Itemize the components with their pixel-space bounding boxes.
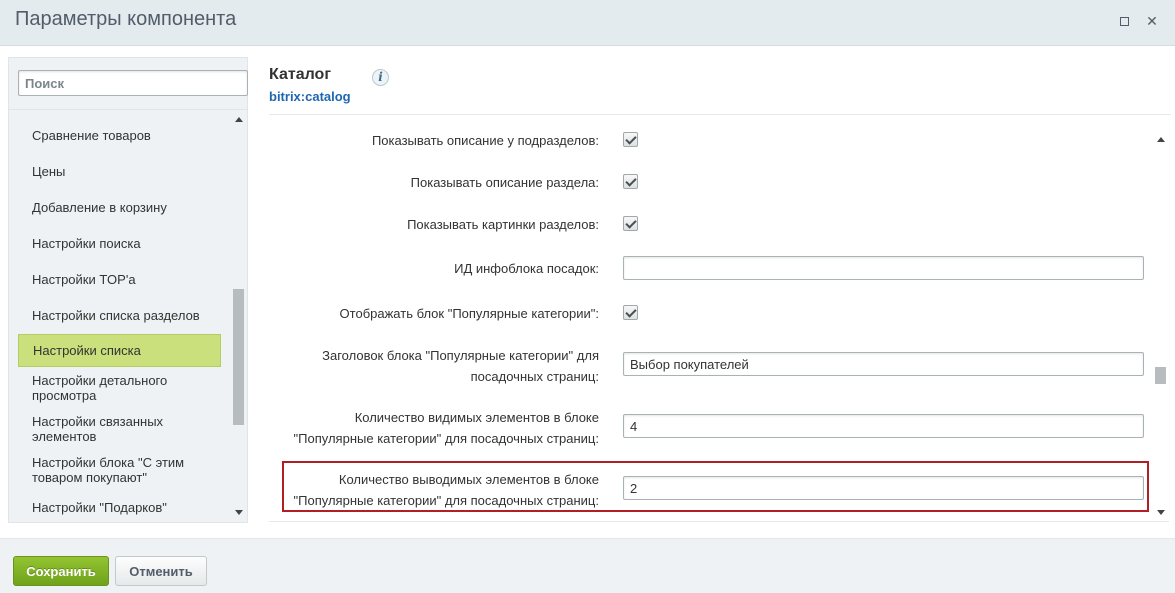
sidebar-item-search-settings[interactable]: Настройки поиска (18, 225, 221, 261)
search-container (9, 58, 248, 110)
settings-bottom-divider (269, 521, 1169, 522)
scroll-down-icon[interactable] (235, 510, 243, 515)
landing-iblock-id-field[interactable] (623, 256, 1144, 280)
maximize-icon[interactable] (1116, 13, 1132, 29)
component-code: bitrix:catalog (269, 89, 351, 104)
checkbox-show-section-pictures[interactable] (623, 216, 638, 231)
sidebar: Сравнение товаров Цены Добавление в корз… (8, 57, 248, 523)
label-landing-iblock-id: ИД инфоблока посадок: (454, 261, 599, 276)
header-divider (269, 114, 1171, 115)
label-popular-header-line1: Заголовок блока "Популярные категории" д… (322, 348, 599, 363)
sidebar-item-compare[interactable]: Сравнение товаров (18, 117, 221, 153)
sidebar-item-detail-settings[interactable]: Настройки детального просмотра (18, 369, 221, 407)
component-title: Каталог (269, 66, 331, 83)
sidebar-scrollbar[interactable] (231, 111, 247, 522)
label-popular-header-line2: посадочных страниц: (470, 369, 599, 384)
checkbox-show-subsection-desc[interactable] (623, 132, 638, 147)
label-popular-visible-line2: "Популярные категории" для посадочных ст… (293, 431, 599, 446)
scroll-up-icon[interactable] (1157, 137, 1165, 142)
sidebar-item-add-to-cart[interactable]: Добавление в корзину (18, 189, 221, 225)
label-show-subsection-desc: Показывать описание у подразделов: (371, 133, 599, 148)
sidebar-item-section-list-settings[interactable]: Настройки списка разделов (18, 297, 221, 333)
popular-header-field[interactable] (623, 352, 1144, 376)
cancel-button[interactable]: Отменить (115, 556, 207, 586)
sidebar-item-prices[interactable]: Цены (18, 153, 221, 189)
label-show-section-desc: Показывать описание раздела: (410, 175, 599, 190)
dialog-titlebar: Параметры компонента ✕ (0, 0, 1175, 46)
save-button[interactable]: Сохранить (13, 556, 109, 586)
sidebar-item-list-settings[interactable]: Настройки списка (18, 334, 221, 367)
sidebar-item-gifts-settings[interactable]: Настройки "Подарков" (18, 492, 221, 522)
dialog-footer: Сохранить Отменить (0, 538, 1175, 593)
scroll-down-icon[interactable] (1157, 510, 1165, 515)
label-show-section-pictures: Показывать картинки разделов: (407, 217, 599, 232)
settings-panel: Показывать описание у подразделов: Показ… (269, 118, 1153, 521)
scroll-up-icon[interactable] (235, 117, 243, 122)
label-popular-output-line1: Количество выводимых элементов в блоке (338, 472, 599, 487)
scroll-thumb[interactable] (1155, 367, 1166, 384)
sidebar-item-top-settings[interactable]: Настройки TOP'а (18, 261, 221, 297)
dialog-title: Параметры компонента (15, 8, 237, 30)
popular-visible-count-field[interactable] (623, 414, 1144, 438)
sidebar-item-also-buy-settings[interactable]: Настройки блока "С этим товаром покупают… (18, 451, 221, 489)
close-icon[interactable]: ✕ (1144, 13, 1160, 29)
popular-output-count-field[interactable] (623, 476, 1144, 500)
label-show-popular-block: Отображать блок "Популярные категории": (339, 306, 599, 321)
checkbox-show-popular-block[interactable] (623, 305, 638, 320)
info-icon[interactable]: i (372, 69, 389, 86)
sidebar-item-related-settings[interactable]: Настройки связанных элементов (18, 410, 221, 448)
scroll-thumb[interactable] (233, 289, 244, 425)
label-popular-visible-line1: Количество видимых элементов в блоке (354, 410, 599, 425)
search-input[interactable] (18, 70, 248, 96)
label-popular-output-line2: "Популярные категории" для посадочных ст… (293, 493, 599, 508)
checkbox-show-section-desc[interactable] (623, 174, 638, 189)
settings-scrollbar[interactable] (1153, 131, 1169, 521)
